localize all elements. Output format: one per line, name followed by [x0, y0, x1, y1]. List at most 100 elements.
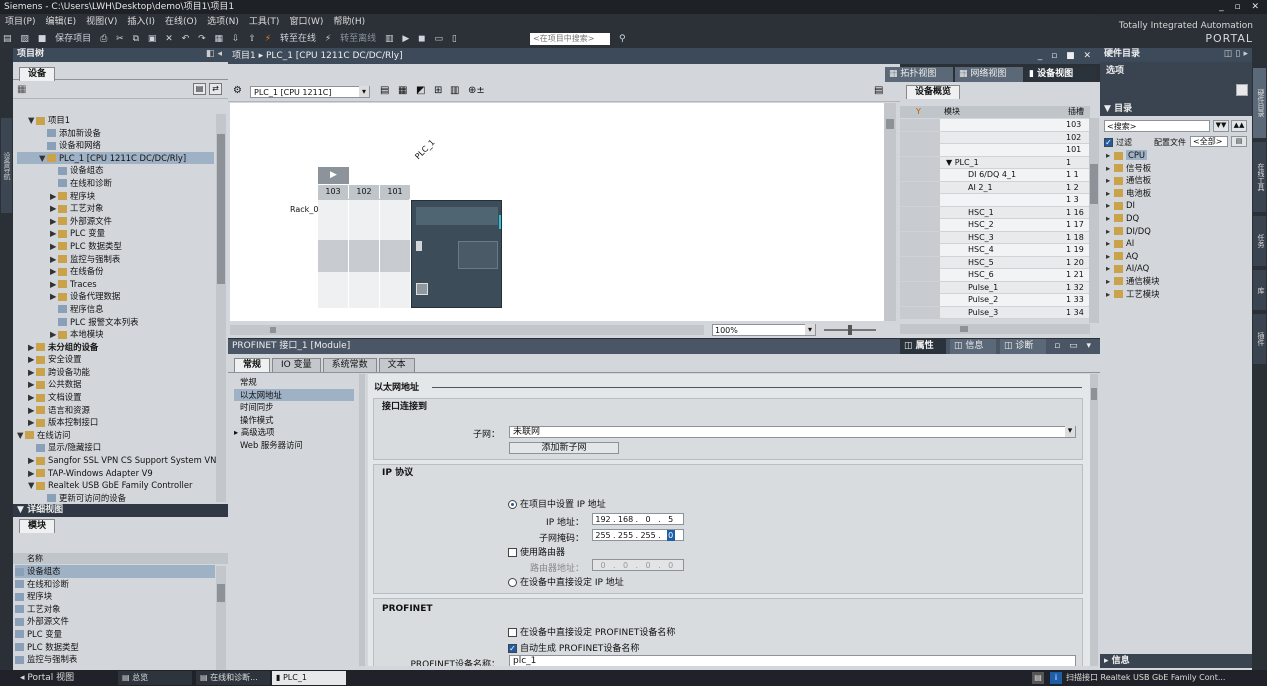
page-break-icon[interactable]: ◩ [416, 85, 425, 96]
overview-row[interactable]: Pulse_1 1 32 [900, 281, 1090, 294]
expand-arrow-icon[interactable]: ▶ [50, 227, 58, 240]
show-labels-icon[interactable]: ▦ [398, 85, 407, 96]
tree-item[interactable]: ▶ 本地模块 [17, 328, 214, 341]
tree-item[interactable]: ▶ 设备代理数据 [17, 290, 214, 303]
inspector-tab[interactable]: 文本 [378, 358, 415, 372]
side-tab[interactable]: 库 [1253, 270, 1266, 310]
tree-item[interactable]: PLC 报警文本列表 [17, 316, 214, 329]
window-controls[interactable]: _ ▫ ✕ [1219, 0, 1263, 14]
menu-item-7[interactable]: 窗口(W) [289, 17, 323, 27]
tree-item[interactable]: 显示/隐藏接口 [17, 441, 214, 454]
tab-device-overview[interactable]: 设备概览 [906, 85, 961, 99]
ip-octet[interactable]: 255 [638, 530, 658, 541]
module-column-header[interactable]: 模块 [944, 106, 960, 118]
side-tab[interactable]: 硬件目录 [1253, 68, 1266, 138]
properties-scrollbar[interactable] [1090, 374, 1098, 666]
catalog-item[interactable]: ▸ AQ [1106, 250, 1246, 263]
use-router-checkbox[interactable] [508, 548, 517, 557]
overview-row[interactable]: Pulse_3 1 34 [900, 306, 1090, 319]
tab-diagnostics[interactable]: ◫ 诊断 [1000, 339, 1046, 354]
overview-row[interactable]: 101 [900, 144, 1090, 157]
binoculars-icon[interactable]: ⚲ [619, 30, 626, 48]
paste-icon[interactable]: ▣ [148, 30, 157, 48]
inspector-window-controls[interactable]: ▫ ▭ ▾ [1054, 339, 1094, 354]
expand-arrow-icon[interactable]: ▶ [28, 366, 36, 379]
inspector-nav-item[interactable]: Web 服务器访问 [234, 439, 354, 452]
overview-row[interactable]: 103 [900, 119, 1090, 132]
expand-arrow-icon[interactable]: ▼ [28, 114, 36, 127]
expand-arrow-icon[interactable]: ▼ [28, 479, 36, 492]
ip-address-field[interactable]: 192. 168. 0. 5 [592, 513, 684, 525]
go-online-button[interactable]: 转至在线 [280, 30, 316, 48]
tree-item[interactable]: ▼ 项目1 [17, 114, 214, 127]
catalog-dir-header[interactable]: ▼ 目录 [1100, 102, 1252, 116]
tree-item[interactable]: ▶ 在线备份 [17, 265, 214, 278]
ip-set-in-project-radio[interactable] [508, 500, 517, 509]
pn-auto-checkbox[interactable]: ✓ [508, 644, 517, 653]
tree-item[interactable]: ▶ 工艺对象 [17, 202, 214, 215]
overview-horizontal-scrollbar[interactable] [900, 324, 1090, 334]
menu-item-2[interactable]: 视图(V) [86, 17, 117, 27]
expand-arrow-icon[interactable]: ▶ [28, 416, 36, 429]
ip-set-in-project-option[interactable]: 在项目中设置 IP 地址 [508, 497, 606, 510]
start-cpu-icon[interactable]: ▶ [402, 30, 409, 48]
search-up-icon[interactable]: ▲▲ [1231, 120, 1247, 132]
side-tab[interactable]: 任务 [1253, 216, 1266, 266]
side-tab-device-navigation[interactable]: 设备导航 [1, 118, 12, 213]
expand-arrow-icon[interactable]: ▼ [39, 152, 47, 165]
portal-view-button[interactable]: ◂ Portal 视图 [20, 670, 74, 686]
side-tab[interactable]: 在线工具 [1253, 142, 1266, 212]
device-canvas[interactable]: PLC_1 Rack_0 ▶ 1031021011 [230, 103, 884, 321]
expand-arrow-icon[interactable]: ▸ [1106, 237, 1114, 250]
tree-item[interactable]: ▶ 安全设置 [17, 353, 214, 366]
menu-item-0[interactable]: 项目(P) [5, 17, 35, 27]
ip-octet[interactable]: 192 [593, 514, 613, 525]
go-offline-button[interactable]: 转至离线 [340, 30, 376, 48]
overview-row[interactable]: DI 6/DQ 4_1 1 1 [900, 169, 1090, 182]
catalog-item[interactable]: ▸ 工艺模块 [1106, 288, 1246, 301]
catalog-item[interactable]: ▸ AI [1106, 237, 1246, 250]
inspector-tab[interactable]: 常规 [234, 358, 271, 372]
side-tab[interactable]: 插件 [1253, 314, 1266, 364]
inspector-nav-item[interactable]: 时间同步 [234, 401, 354, 414]
tree-item[interactable]: 设备组态 [17, 164, 214, 177]
ip-octet[interactable]: 168 [616, 514, 636, 525]
slot-header[interactable]: 102 [349, 185, 380, 199]
ip-octet[interactable]: 255 [616, 530, 636, 541]
catalog-config-icon[interactable]: ▤ [1231, 136, 1247, 147]
menu-item-3[interactable]: 插入(I) [127, 17, 155, 27]
catalog-item[interactable]: ▸ AI/AQ [1106, 262, 1246, 275]
split-horizontal-icon[interactable]: ▭ [435, 30, 444, 48]
project-search-input[interactable]: <在项目中搜索> [530, 33, 610, 45]
expand-arrow-icon[interactable]: ▸ [1106, 149, 1114, 162]
go-offline-icon[interactable]: ⚡ [325, 30, 331, 48]
expand-arrow-icon[interactable]: ▶ [28, 467, 36, 480]
expand-arrow-icon[interactable]: ▶ [50, 290, 58, 303]
catalog-item[interactable]: ▸ 通信板 [1106, 174, 1246, 187]
tree-item[interactable]: 添加新设备 [17, 127, 214, 140]
project-tree-scrollbar[interactable] [216, 114, 226, 502]
overview-filter-icon[interactable]: Y [916, 106, 921, 118]
ip-octet[interactable]: 0 [638, 560, 658, 571]
expand-arrow-icon[interactable]: ▶ [50, 215, 58, 228]
redo-icon[interactable]: ↷ [198, 30, 206, 48]
overview-row[interactable]: HSC_1 1 16 [900, 206, 1090, 219]
tree-item[interactable]: 在线和诊断 [17, 177, 214, 190]
device-select-dropdown[interactable]: PLC_1 [CPU 1211C] ▾ [250, 86, 370, 98]
expand-arrow-icon[interactable]: ▸ [1106, 187, 1114, 200]
detail-item[interactable]: 监控与强制表 [15, 653, 215, 666]
menu-item-6[interactable]: 工具(T) [249, 17, 280, 27]
tree-item[interactable]: ▶ 程序块 [17, 190, 214, 203]
catalog-item[interactable]: ▸ 信号板 [1106, 162, 1246, 175]
tab-info[interactable]: ◫ 信息 [950, 339, 996, 354]
overview-icon[interactable]: ▤ [193, 83, 206, 95]
pn-auto-option[interactable]: ✓ 自动生成 PROFINET设备名称 [508, 641, 639, 654]
overview-toggle-icon[interactable]: ▤ [874, 85, 883, 96]
expand-arrow-icon[interactable]: ▸ [1106, 275, 1114, 288]
project-tree-scroll-thumb[interactable] [217, 134, 225, 284]
use-router-option[interactable]: 使用路由器 [508, 545, 565, 558]
detail-scrollbar[interactable] [216, 566, 226, 670]
ip-octet[interactable]: 0 [666, 530, 675, 541]
ethernet-port-icon[interactable] [416, 283, 428, 295]
overview-task[interactable]: ▤ 总览 [118, 671, 192, 685]
